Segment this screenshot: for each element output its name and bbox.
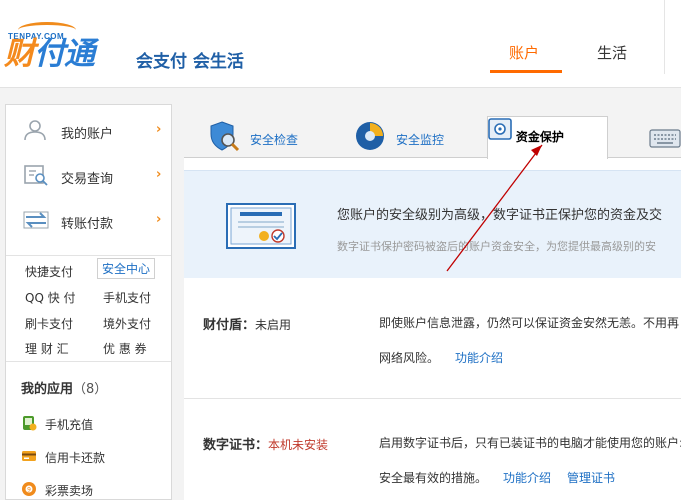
apps-count: （8） [73, 382, 108, 397]
phone-topup-icon [23, 416, 37, 431]
app-label: 彩票卖场 [45, 484, 94, 498]
quick-link-wealth[interactable]: 理 财 汇 [25, 340, 69, 357]
tab-label: 资金保护 [515, 130, 564, 144]
certificate-icon [226, 203, 296, 249]
shield-status: 未启用 [255, 318, 292, 332]
shield-description-2: 网络风险。 功能介绍 [379, 351, 504, 365]
quick-link-express-pay[interactable]: 快捷支付 [25, 263, 73, 280]
user-icon [24, 120, 46, 141]
quick-link-qq-pay[interactable]: QQ 快 付 [25, 289, 76, 306]
cert-status: 本机未安装 [268, 438, 329, 452]
tab-label: 安全检查 [250, 133, 299, 147]
keyboard-icon[interactable] [648, 126, 681, 152]
shield-check-icon [210, 121, 240, 152]
quick-links: 快捷支付 安全中心 QQ 快 付 手机支付 刷卡支付 境外支付 理 财 汇 优 … [6, 255, 171, 359]
monitor-icon [356, 122, 384, 150]
tab-security-check[interactable]: 安全检查 [208, 116, 318, 158]
sidebar-item-transactions[interactable]: 交易查询 › [6, 154, 171, 198]
cert-description-2: 安全最有效的措施。 功能介绍 管理证书 [379, 471, 616, 485]
cert-description: 启用数字证书后，只有已装证书的电脑才能使用您的账户: [379, 436, 681, 450]
tenpay-logo[interactable]: 财付通 [4, 36, 95, 72]
shield-label: 财付盾：未启用 [203, 318, 292, 333]
cert-intro-link[interactable]: 功能介绍 [503, 471, 551, 485]
search-list-icon [24, 165, 48, 186]
quick-link-overseas-pay[interactable]: 境外支付 [103, 315, 151, 332]
sidebar: 我的账户 › 交易查询 › 转账付款 › 快捷支付 安全中心 QQ 快 付 手机… [5, 104, 172, 500]
tab-label: 安全监控 [396, 133, 445, 147]
safe-icon [488, 118, 512, 140]
header-divider [664, 0, 665, 74]
chevron-right-icon: › [156, 212, 162, 227]
sidebar-item-label: 交易查询 [61, 172, 114, 187]
sidebar-item-label: 我的账户 [61, 127, 114, 142]
apps-title: 我的应用（8） [21, 382, 108, 397]
notice-message: 您账户的安全级别为高级，数字证书正保护您的资金及交 [337, 208, 663, 223]
security-notice: 您账户的安全级别为高级，数字证书正保护您的资金及交 数字证书保护密码被盗后的账户… [184, 170, 681, 278]
quick-link-mobile-pay[interactable]: 手机支付 [103, 289, 151, 306]
credit-card-icon [22, 451, 36, 461]
sidebar-item-transfer[interactable]: 转账付款 › [6, 199, 171, 243]
nav-tab-account[interactable]: 账户 [509, 42, 539, 63]
tab-security-monitor[interactable]: 安全监控 [354, 116, 464, 158]
tab-fund-protection[interactable]: 资金保护 [487, 116, 608, 159]
cert-label: 数字证书：本机未安装 [203, 438, 329, 453]
header: TENPAY.COM 财付通 会支付 会生活 账户 生活 [0, 0, 681, 88]
notice-detail: 数字证书保护密码被盗后的账户资金安全，为您提供最高级别的安 [337, 240, 656, 253]
shield-intro-link[interactable]: 功能介绍 [455, 351, 503, 365]
quick-link-card-pay[interactable]: 刷卡支付 [25, 315, 73, 332]
manage-cert-link[interactable]: 管理证书 [567, 471, 615, 485]
main-panel: 安全检查 安全监控 资金保护 您账户的安全级别为高级，数字证书正保护您的资金及交… [184, 104, 681, 500]
chevron-right-icon: › [156, 122, 162, 137]
svg-text:9: 9 [27, 487, 31, 494]
nav-tab-life[interactable]: 生活 [597, 42, 627, 63]
chevron-right-icon: › [156, 167, 162, 182]
nav-active-indicator [490, 70, 562, 73]
my-apps: 我的应用（8） 手机充值 信用卡还款 9 彩票卖场 [6, 361, 171, 500]
app-label: 手机充值 [45, 418, 94, 432]
transfer-icon [23, 211, 49, 229]
sidebar-item-my-account[interactable]: 我的账户 › [6, 109, 171, 153]
lottery-icon: 9 [22, 482, 36, 496]
sidebar-item-label: 转账付款 [61, 217, 114, 232]
quick-link-security-center[interactable]: 安全中心 [97, 258, 156, 279]
app-label: 信用卡还款 [45, 451, 106, 465]
security-tabs: 安全检查 安全监控 资金保护 [184, 104, 681, 159]
divider [184, 398, 681, 399]
slogan: 会支付 会生活 [136, 52, 244, 72]
shield-description: 即使账户信息泄露，仍然可以保证资金安然无恙。不用再 [379, 316, 680, 330]
quick-link-coupons[interactable]: 优 惠 券 [103, 340, 147, 357]
